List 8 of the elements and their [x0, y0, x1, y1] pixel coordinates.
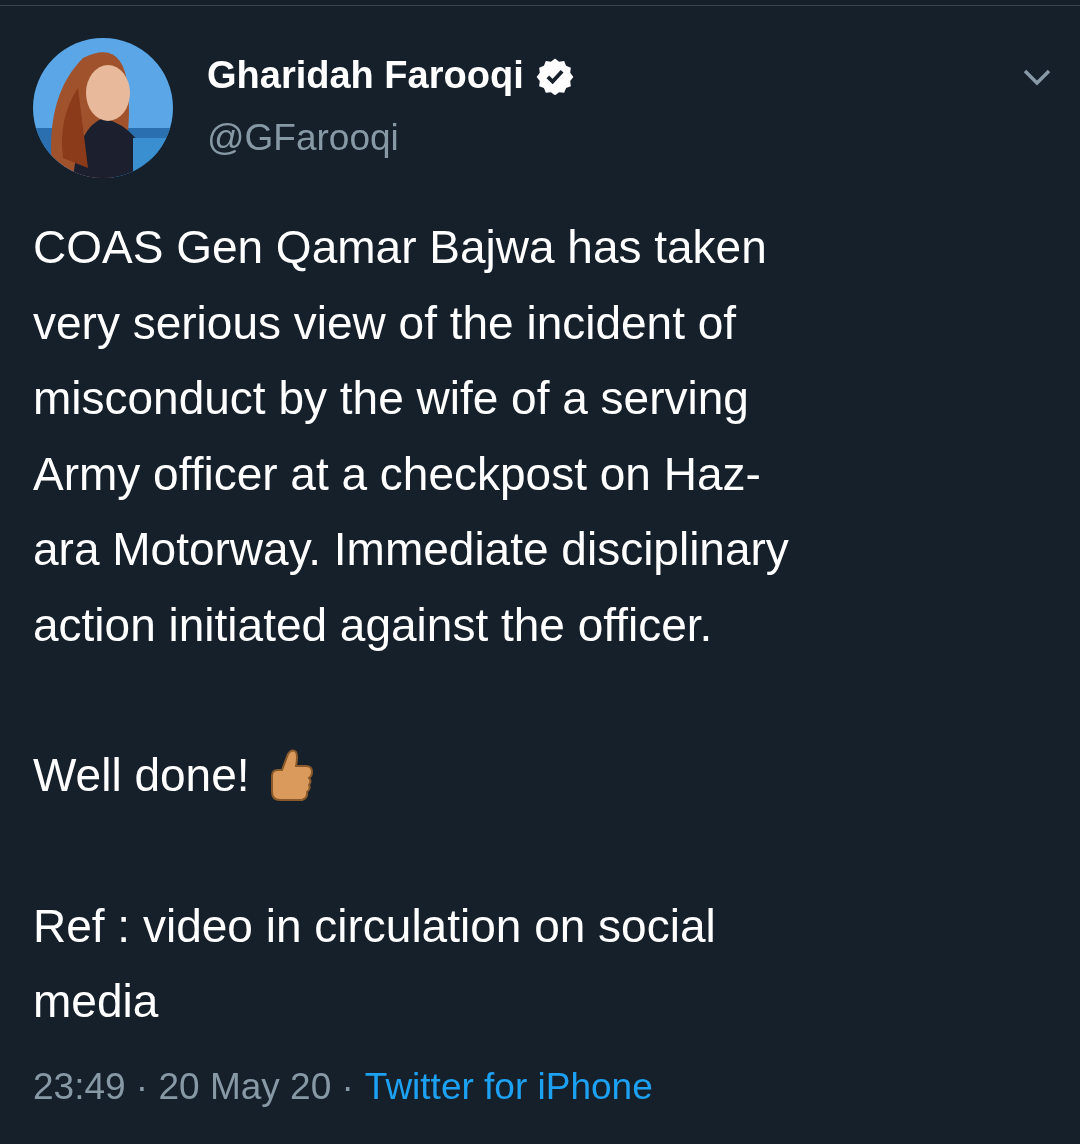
author-handle[interactable]: @GFarooqi	[207, 117, 988, 159]
source-link[interactable]: Twitter for iPhone	[364, 1065, 653, 1108]
tweet-text: Ref : video in circulation on social media	[33, 898, 716, 1029]
author-name[interactable]: Gharidah Farooqi	[207, 54, 524, 97]
tweet-text: COAS Gen Qamar Bajwa has taken very serious view of the incident of misconduct by the wife of a serving Army officer at a checkpost on Haz- ara Motorway. Immediate disciplinary action initiated against the officer.	[33, 220, 789, 653]
tweet-timestamp: 23:49 · 20 May 20 ·	[33, 1065, 354, 1108]
tweet-text: Well done!	[33, 748, 250, 803]
chevron-down-icon[interactable]	[1022, 68, 1052, 86]
